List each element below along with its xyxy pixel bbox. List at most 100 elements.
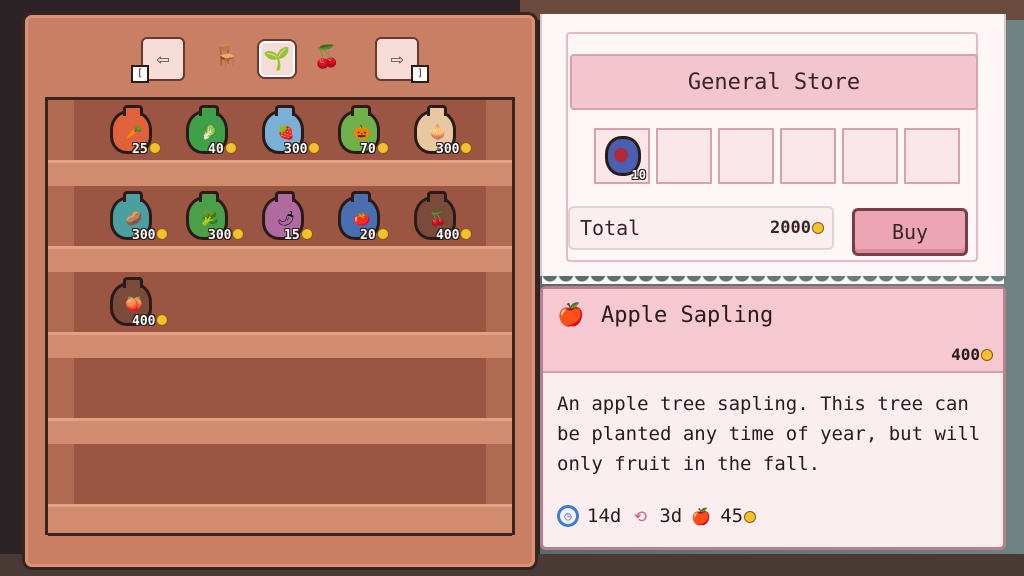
crop-icon: 🍓 <box>277 125 295 141</box>
shop-item-seed-bag[interactable]: 🥕 25 <box>104 105 176 166</box>
shelves: 🥕 25 🥬 40 🍓 300 🎃 70 🧅 300 🥔 300 🥦 300 🌶 15 🍅 20 🍒 400 🍑 400 <box>45 97 515 536</box>
coin-icon <box>156 228 169 240</box>
item-name: Apple Sapling <box>601 303 774 328</box>
cart-slot-filled[interactable]: 10 <box>594 128 650 184</box>
clock-icon: ◷ <box>557 505 579 527</box>
cart-slot-empty[interactable] <box>656 128 712 184</box>
regrow-icon: ⟲ <box>633 506 648 526</box>
item-detail-panel: 🍎 Apple Sapling 400 An apple tree saplin… <box>540 286 1006 550</box>
shelf-row: 🍑 400 <box>48 272 512 364</box>
crop-icon: 🍒 <box>429 211 447 227</box>
coin-icon <box>812 222 824 234</box>
cart-slot-empty[interactable] <box>718 128 774 184</box>
category-bar: ⇦ [ 🪑 🌱 🍒 ⇨ ] <box>25 37 535 83</box>
shop-item-seed-bag[interactable]: 🎃 70 <box>332 105 404 166</box>
arrow-left-icon: ⇦ <box>156 46 170 72</box>
cart-qty: 10 <box>631 168 646 182</box>
coin-icon <box>156 314 169 326</box>
item-price-tag: 400 <box>436 228 473 243</box>
shelf-side <box>486 444 512 506</box>
apple-icon: 🍎 <box>691 506 712 526</box>
item-stats: ◷ 14d ⟲ 3d 🍎 45 <box>557 505 757 527</box>
crop-icon: 🥔 <box>125 211 143 227</box>
total-box: Total 2000 <box>568 206 834 250</box>
shop-item-seed-bag[interactable]: 🍓 300 <box>256 105 328 166</box>
item-price-tag: 400 <box>132 314 169 329</box>
grow-time: 14d <box>587 505 622 527</box>
shelf-side <box>48 186 74 248</box>
shelf-row: 🥔 300 🥦 300 🌶 15 🍅 20 🍒 400 <box>48 186 512 278</box>
total-value: 2000 <box>770 218 824 238</box>
coin-icon <box>300 228 313 240</box>
coin-icon <box>460 228 473 240</box>
item-price-tag: 300 <box>208 228 245 243</box>
shelf-side <box>486 186 512 248</box>
shelf-side <box>48 444 74 506</box>
coin-icon <box>148 142 161 154</box>
item-price-tag: 300 <box>132 228 169 243</box>
shelf-row <box>48 358 512 450</box>
item-price-tag: 300 <box>284 142 321 157</box>
coin-icon <box>744 511 757 523</box>
item-description: An apple tree sapling. This tree can be … <box>557 393 981 475</box>
coin-icon <box>981 349 993 361</box>
shelf-side <box>486 358 512 420</box>
shelf-side <box>48 358 74 420</box>
item-price-tag: 20 <box>360 228 389 243</box>
crop-icon: 🌶 <box>277 211 295 227</box>
next-category-key-hint: ] <box>411 65 429 83</box>
cart-slot-empty[interactable] <box>780 128 836 184</box>
shop-item-seed-bag[interactable]: 🥬 40 <box>180 105 252 166</box>
buy-button[interactable]: Buy <box>852 208 968 256</box>
item-price-tag: 25 <box>132 142 161 157</box>
shelf-side <box>486 100 512 162</box>
coin-icon <box>224 142 237 154</box>
crop-icon: 🥬 <box>201 125 219 141</box>
item-detail-header: 🍎 Apple Sapling 400 <box>543 289 1003 373</box>
cart-slot-empty[interactable] <box>842 128 898 184</box>
shop-item-seed-bag[interactable]: 🧅 300 <box>408 105 480 166</box>
coin-icon <box>376 228 389 240</box>
store-panel: General Store 10 Total 2000 Buy <box>540 14 1006 284</box>
item-price-tag: 40 <box>208 142 237 157</box>
arrow-right-icon: ⇨ <box>390 46 404 72</box>
crop-icon: 🧅 <box>429 125 447 141</box>
crop-icon: 🥕 <box>125 125 143 141</box>
shop-item-seed-bag[interactable]: 🥦 300 <box>180 191 252 252</box>
shelf-back <box>74 444 486 506</box>
item-price-tag: 15 <box>284 228 313 243</box>
shop-item-sapling[interactable]: 🍑 400 <box>104 277 176 338</box>
cart-slot-empty[interactable] <box>904 128 960 184</box>
shelf-back <box>74 358 486 420</box>
chair-icon[interactable]: 🪑 <box>211 41 243 73</box>
store-title: General Store <box>570 54 978 110</box>
item-price: 400 <box>951 345 993 364</box>
shop-item-seed-bag[interactable]: 🍅 20 <box>332 191 404 252</box>
shelf-row: 🥕 25 🥬 40 🍓 300 🎃 70 🧅 300 <box>48 100 512 192</box>
crop-icon: 🍅 <box>353 211 371 227</box>
shop-item-sapling[interactable]: 🍒 400 <box>408 191 480 252</box>
cart-slots: 10 <box>594 128 960 184</box>
total-label: Total <box>580 216 641 240</box>
shelf-board <box>48 504 512 536</box>
apple-sapling-icon: 🍎 <box>557 303 585 328</box>
cherry-sapling-icon[interactable]: 🍒 <box>311 41 343 73</box>
shelf-side <box>48 272 74 334</box>
coin-icon <box>460 142 473 154</box>
shop-item-seed-bag[interactable]: 🥔 300 <box>104 191 176 252</box>
prev-category-button[interactable]: ⇦ [ <box>131 37 185 83</box>
shelf-side <box>48 100 74 162</box>
shelf-side <box>486 272 512 334</box>
next-category-button[interactable]: ⇨ ] <box>375 37 429 83</box>
crop-icon: 🥦 <box>201 211 219 227</box>
prev-category-key-hint: [ <box>131 65 149 83</box>
shop-item-seed-bag[interactable]: 🌶 15 <box>256 191 328 252</box>
crop-icon: 🍑 <box>125 297 143 313</box>
coin-icon <box>232 228 245 240</box>
coin-icon <box>308 142 321 154</box>
shop-shelf-cabinet: ⇦ [ 🪑 🌱 🍒 ⇨ ] 🥕 25 🥬 40 🍓 300 🎃 70 🧅 300 🥔 300 🥦 300 🌶… <box>22 12 538 570</box>
item-price-tag: 300 <box>436 142 473 157</box>
regrow-time: 3d <box>659 505 683 527</box>
seed-bag-icon[interactable]: 🌱 <box>259 41 295 77</box>
crop-icon: 🎃 <box>353 125 371 141</box>
